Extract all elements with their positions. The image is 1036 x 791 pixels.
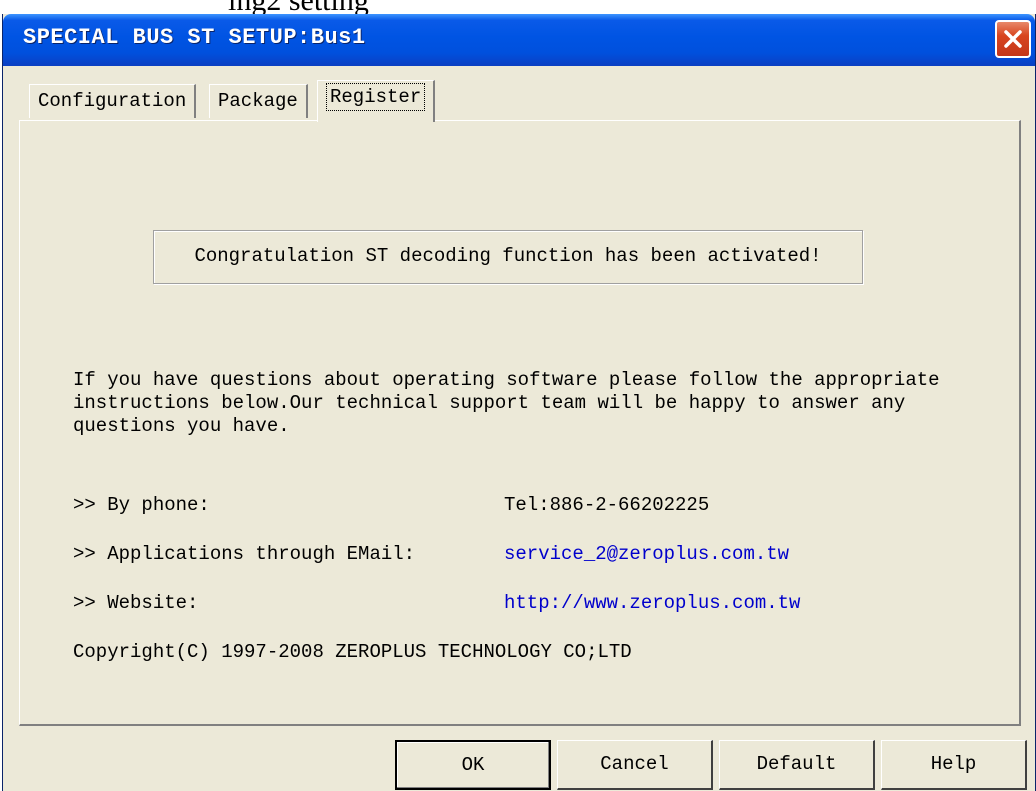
- tab-package[interactable]: Package: [209, 84, 308, 118]
- tab-configuration-label: Configuration: [38, 90, 187, 112]
- tab-register-label: Register: [326, 83, 426, 111]
- activation-status-text: Congratulation ST decoding function has …: [194, 245, 822, 267]
- email-label: >> Applications through EMail:: [73, 543, 416, 565]
- ok-button[interactable]: OK: [395, 740, 551, 790]
- window-title: SPECIAL BUS ST SETUP:Bus1: [23, 25, 366, 50]
- default-button[interactable]: Default: [719, 740, 875, 790]
- help-button[interactable]: Help: [881, 740, 1027, 790]
- tab-configuration[interactable]: Configuration: [29, 84, 197, 118]
- activation-status-box: Congratulation ST decoding function has …: [153, 230, 863, 284]
- phone-value: Tel:886-2-66202225: [504, 494, 710, 516]
- close-button[interactable]: [995, 20, 1031, 58]
- tab-package-label: Package: [218, 90, 298, 112]
- copyright-text: Copyright(C) 1997-2008 ZEROPLUS TECHNOLO…: [73, 641, 632, 663]
- setup-dialog: SPECIAL BUS ST SETUP:Bus1 Configuration …: [2, 14, 1036, 791]
- website-link[interactable]: http://www.zeroplus.com.tw: [504, 592, 800, 614]
- phone-label: >> By phone:: [73, 494, 210, 516]
- register-panel: Congratulation ST decoding function has …: [19, 120, 1021, 726]
- title-bar[interactable]: SPECIAL BUS ST SETUP:Bus1: [3, 14, 1035, 66]
- cancel-button[interactable]: Cancel: [557, 740, 713, 790]
- support-intro-text: If you have questions about operating so…: [73, 369, 940, 437]
- tab-register[interactable]: Register: [317, 80, 436, 122]
- website-label: >> Website:: [73, 592, 199, 614]
- close-icon: [1004, 30, 1022, 48]
- email-link[interactable]: service_2@zeroplus.com.tw: [504, 543, 789, 565]
